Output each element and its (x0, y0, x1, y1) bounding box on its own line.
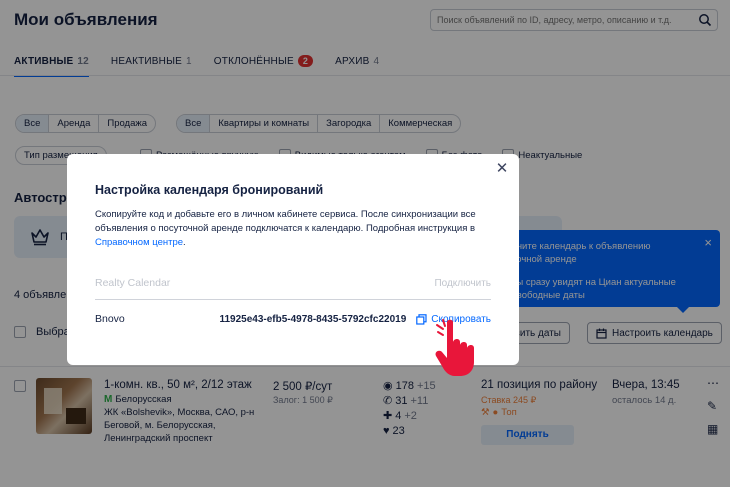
modal-close-icon[interactable]: ✕ (494, 161, 510, 177)
connect-button[interactable]: Подключить (434, 278, 491, 289)
service-divider (95, 299, 491, 300)
copy-icon (416, 313, 427, 325)
service-name: Realty Calendar (95, 277, 171, 289)
service-code: 11925e43-efb5-4978-8435-5792cfc22019 (219, 313, 407, 325)
modal-title: Настройка календаря бронирований (95, 183, 324, 197)
service-row-realty-calendar: Realty Calendar Подключить (95, 271, 491, 295)
desc-suffix: . (183, 237, 186, 248)
pointer-hand-icon (435, 319, 474, 376)
modal-description: Скопируйте код и добавьте его в личном к… (95, 208, 495, 250)
service-name: Bnovo (95, 313, 125, 325)
desc-text: Скопируйте код и добавьте его в личном к… (95, 209, 476, 234)
service-row-bnovo: Bnovo 11925e43-efb5-4978-8435-5792cfc220… (95, 307, 491, 331)
help-center-link[interactable]: Справочном центре (95, 237, 183, 248)
